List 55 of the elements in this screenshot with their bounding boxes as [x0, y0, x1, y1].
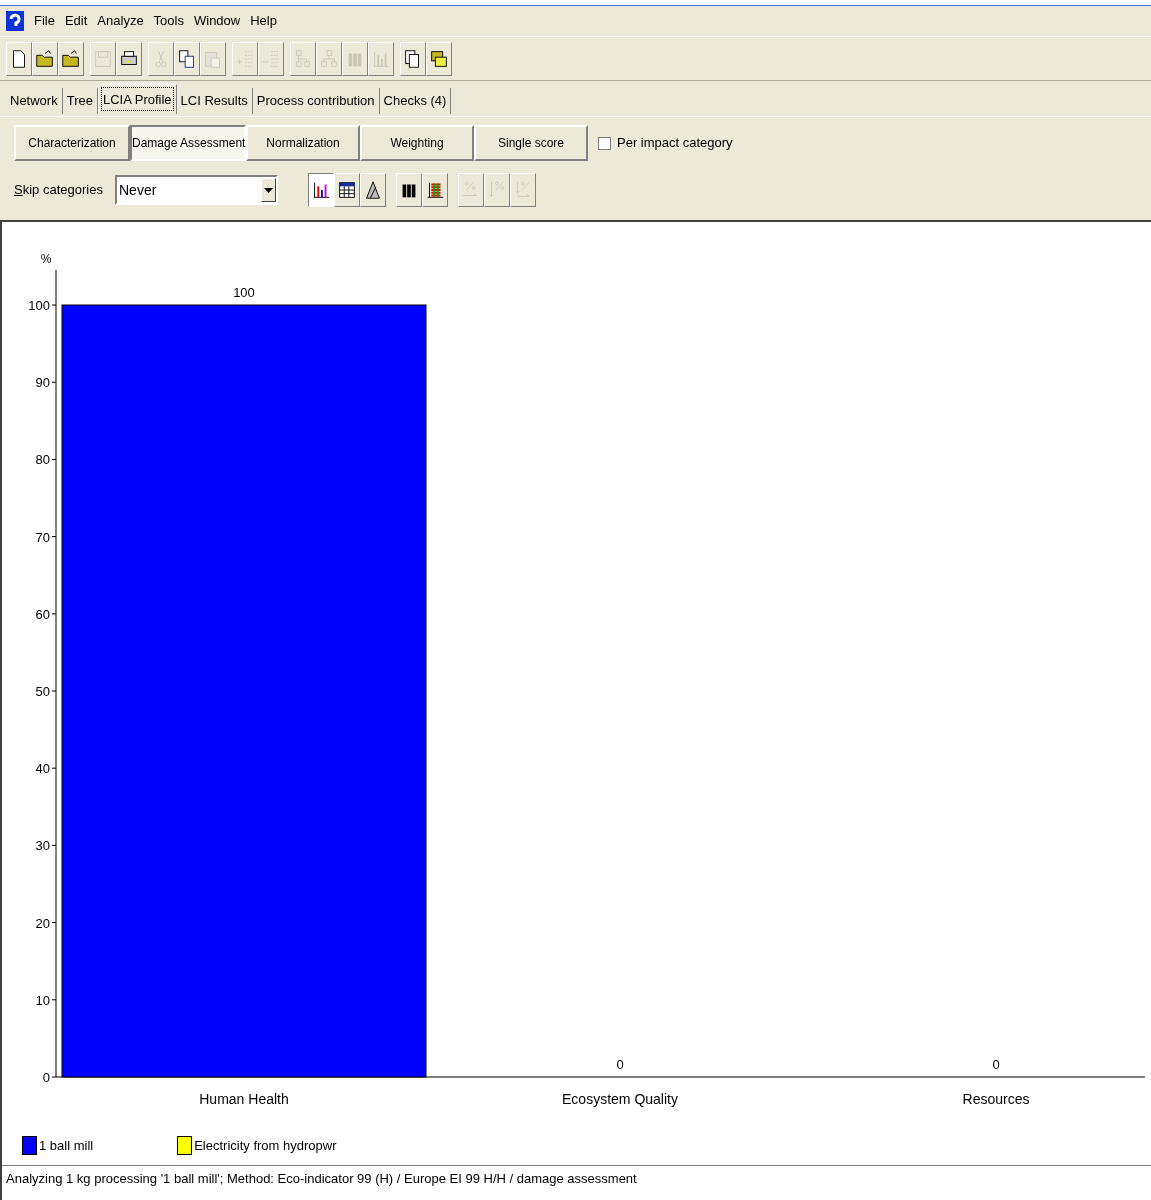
step-button[interactable]: Normalization [246, 125, 360, 161]
tick-label: 90 [35, 375, 50, 391]
legend-label: Electricity from hydropwr [194, 1136, 337, 1155]
axis-unit-label: % [40, 252, 52, 266]
tab[interactable]: Tree [62, 88, 98, 114]
value-label: 100 [233, 285, 255, 300]
tick-label: 30 [35, 838, 50, 854]
tick-label: 80 [35, 452, 50, 468]
app-logo-icon [6, 11, 24, 31]
table-button[interactable] [334, 173, 360, 207]
tick-label: 20 [35, 915, 50, 931]
category-label: Ecosystem Quality [562, 1091, 678, 1107]
dropdown[interactable]: Never [115, 175, 278, 205]
step-button[interactable]: Weighting [360, 125, 474, 161]
category-label: Human Health [199, 1091, 289, 1107]
tick-label: 60 [35, 606, 50, 622]
page-button[interactable] [6, 41, 32, 76]
field-label: Skip categories [14, 181, 104, 200]
status-text: Analyzing 1 kg processing '1 ball mill'; Method: Eco-indicator 99 (H) / Europe EI 99 H/H / damage assessment [6, 1170, 637, 1189]
menu-item[interactable]: Tools [153, 11, 184, 31]
menu-item[interactable]: Help [250, 11, 277, 31]
tab[interactable]: LCI Results [176, 88, 253, 114]
tab[interactable]: Checks (4) [379, 88, 452, 114]
tick-label: 40 [35, 761, 50, 777]
tab[interactable]: Process contribution [252, 88, 380, 114]
value-label: 0 [616, 1057, 624, 1072]
tick-label: 50 [35, 684, 50, 699]
menu-item[interactable]: Analyze [97, 11, 144, 31]
tick-label: 100 [28, 298, 50, 313]
step-button[interactable]: Damage Assessment [130, 125, 246, 161]
tab[interactable]: LCIA Profile [97, 84, 177, 114]
category-label: Resources [962, 1091, 1030, 1107]
documents-button[interactable] [400, 41, 426, 76]
menu-item[interactable]: File [34, 11, 55, 31]
copy-button[interactable] [174, 41, 200, 76]
printer-button[interactable] [116, 41, 142, 76]
checkbox-label: Per impact category [617, 134, 733, 153]
tick-label: 10 [35, 992, 50, 1008]
folder-button[interactable] [32, 41, 58, 76]
step-button[interactable]: Single score [474, 125, 588, 161]
bar-chart-button[interactable] [308, 173, 334, 207]
triangle-button[interactable] [360, 173, 386, 207]
value-label: 0 [992, 1057, 1000, 1072]
step-button[interactable]: Characterization [14, 125, 130, 161]
tick-label: 70 [35, 529, 50, 545]
legend-label: 1 ball mill [39, 1136, 94, 1155]
stacked-chart-button[interactable] [422, 173, 448, 207]
folder-stack-button[interactable] [426, 41, 452, 76]
tick-label: 0 [42, 1070, 50, 1085]
menu-item[interactable]: Edit [64, 11, 88, 31]
caret-icon [261, 178, 276, 202]
menu-item[interactable]: Window [193, 11, 241, 31]
folder-button[interactable] [58, 41, 84, 76]
checkbox[interactable] [598, 136, 611, 150]
tab[interactable]: Network [6, 88, 63, 114]
